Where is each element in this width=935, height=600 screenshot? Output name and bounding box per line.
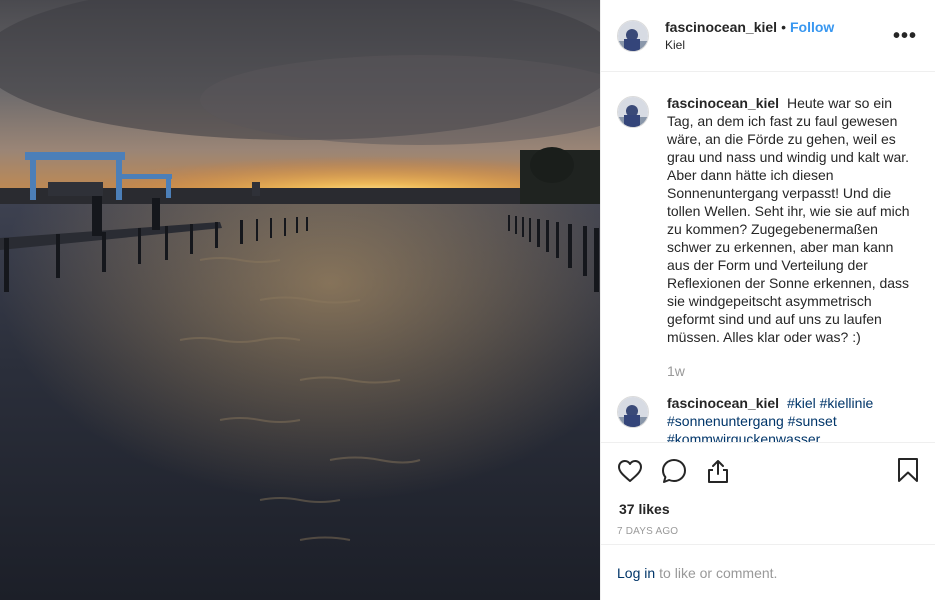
comments-section[interactable]: fascinocean_kiel Heute war so ein Tag, a… [601, 72, 935, 442]
hashtag-link[interactable]: #kiel [787, 395, 816, 411]
likes-count[interactable]: 37 likes [601, 498, 935, 520]
caption-body: fascinocean_kiel Heute war so ein Tag, a… [667, 94, 919, 380]
post-photo[interactable] [0, 0, 600, 600]
avatar-image [618, 97, 648, 127]
avatar[interactable] [617, 19, 649, 52]
header-username[interactable]: fascinocean_kiel [665, 19, 777, 35]
sunset-harbor-image [0, 0, 600, 600]
more-options-icon: ••• [892, 25, 917, 47]
caption-comment: fascinocean_kiel Heute war so ein Tag, a… [617, 94, 919, 380]
avatar-image [618, 20, 648, 51]
hashtag-link[interactable]: #kiellinie [820, 395, 874, 411]
hashtag-link[interactable]: #sunset [788, 413, 837, 429]
hashtag-link[interactable]: #kommwirguckenwasser [667, 431, 820, 442]
instagram-post: fascinocean_kiel • Follow Kiel ••• fasci… [0, 0, 935, 600]
hashtag-body: fascinocean_kiel #kiel #kiellinie #sonne… [667, 394, 919, 442]
caption-text: Heute war so ein Tag, an dem ich fast zu… [667, 95, 910, 345]
avatar-image [618, 397, 648, 427]
location-link[interactable]: Kiel [665, 36, 834, 54]
comment-icon [662, 458, 686, 483]
hashtag-comment: fascinocean_kiel #kiel #kiellinie #sonne… [617, 394, 919, 442]
avatar[interactable] [617, 96, 649, 128]
post-sidebar: fascinocean_kiel • Follow Kiel ••• fasci… [600, 0, 935, 600]
login-prompt: Log in to like or comment. [601, 544, 935, 600]
bookmark-icon [898, 458, 918, 482]
hashtag-link[interactable]: #sonnenuntergang [667, 413, 784, 429]
header-info: fascinocean_kiel • Follow Kiel [665, 18, 834, 54]
share-button[interactable] [705, 451, 737, 491]
heart-icon [618, 459, 642, 482]
comment-button[interactable] [661, 451, 693, 491]
post-header: fascinocean_kiel • Follow Kiel ••• [601, 0, 935, 72]
avatar[interactable] [617, 396, 649, 428]
follow-button[interactable]: Follow [790, 19, 834, 35]
like-button[interactable] [617, 451, 649, 491]
caption-age[interactable]: 1w [667, 362, 919, 380]
action-bar [601, 442, 935, 498]
hashtag-username[interactable]: fascinocean_kiel [667, 395, 779, 411]
more-options-button[interactable]: ••• [893, 26, 917, 46]
save-button[interactable] [897, 457, 919, 486]
login-link[interactable]: Log in [617, 565, 655, 581]
post-timestamp[interactable]: 7 DAYS AGO [601, 526, 935, 546]
header-separator: • [781, 18, 786, 35]
share-icon [708, 459, 728, 483]
login-prompt-text: to like or comment. [659, 564, 778, 581]
caption-username[interactable]: fascinocean_kiel [667, 95, 779, 111]
